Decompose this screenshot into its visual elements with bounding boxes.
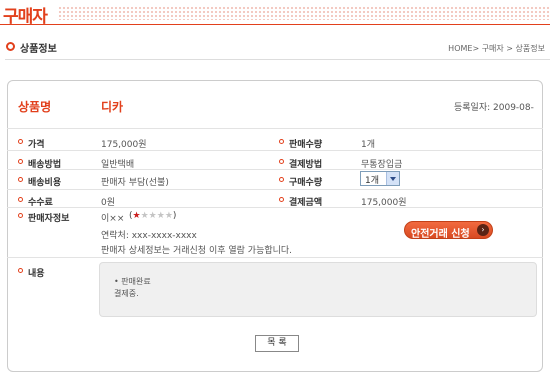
row-divider — [7, 207, 543, 208]
header-divider — [0, 24, 550, 25]
content-line-1: • 판매완료 — [114, 277, 151, 286]
row-divider — [7, 169, 543, 170]
product-name: 디카 — [101, 100, 124, 114]
safe-trade-label: 안전거래 신청 — [411, 229, 470, 240]
star-icon: ★ — [132, 211, 141, 221]
product-name-row: 상품명 디카 등록일자: 2009-08- — [7, 94, 543, 114]
row-divider — [7, 150, 543, 151]
section-bullet-icon — [6, 42, 15, 51]
safe-trade-button[interactable]: 안전거래 신청 › — [404, 221, 493, 240]
bullet-icon — [279, 139, 284, 144]
sale-qty-value: 1개 — [361, 140, 376, 150]
list-button[interactable]: 목 록 — [255, 335, 299, 352]
star-icon: ★ — [148, 211, 157, 221]
buy-qty-select[interactable]: 1개 — [360, 171, 400, 186]
section-header: 상품정보 HOME> 구매자 > 상품정보 — [5, 39, 550, 60]
header-dot-pattern — [58, 6, 550, 20]
star-icon: ★ — [156, 211, 165, 221]
sale-qty-label: 판매수량 — [289, 140, 323, 150]
content-label: 내용 — [28, 269, 45, 279]
section-title: 상품정보 — [20, 44, 57, 55]
page-header: 구매자 — [0, 0, 550, 27]
product-name-label: 상품명 — [18, 100, 52, 114]
price-label: 가격 — [28, 140, 45, 150]
bullet-icon — [18, 213, 23, 218]
rating-stars: ★★★★★ — [133, 211, 173, 221]
row-divider — [7, 257, 543, 258]
star-icon: ★ — [140, 211, 149, 221]
buy-qty-selected: 1개 — [365, 176, 380, 186]
bullet-icon — [18, 139, 23, 144]
rating-close-paren: ) — [172, 211, 177, 221]
bullet-icon — [18, 177, 23, 182]
bullet-icon — [279, 177, 284, 182]
content-box: • 판매완료 결제중. — [99, 262, 537, 317]
star-icon: ★ — [164, 211, 173, 221]
bullet-icon — [18, 197, 23, 202]
bullet-icon — [18, 159, 23, 164]
registration-date: 등록일자: 2009-08- — [454, 103, 534, 113]
bullet-icon — [279, 197, 284, 202]
bullet-icon — [279, 159, 284, 164]
delivery-cost-label: 배송비용 — [28, 178, 62, 188]
seller-info-label: 판매자정보 — [28, 214, 70, 224]
seller-note: 판매자 상세정보는 거래신청 이후 열람 가능합니다. — [101, 246, 293, 256]
delivery-cost-value: 판매자 부담(선불) — [101, 178, 169, 188]
chevron-right-icon: › — [477, 224, 489, 236]
section-divider — [5, 59, 550, 60]
buy-qty-label: 구매수량 — [289, 178, 323, 188]
row-divider — [7, 128, 543, 129]
row-divider — [7, 189, 543, 190]
chevron-down-icon[interactable] — [386, 172, 399, 185]
bullet-icon — [18, 268, 23, 273]
seller-name: 이×× — [101, 214, 125, 224]
seller-contact: 연락처: xxx-xxxx-xxxx — [101, 231, 197, 241]
price-value: 175,000원 — [101, 140, 147, 150]
seller-rating: (★★★★★) — [129, 211, 176, 221]
breadcrumb: HOME> 구매자 > 상품정보 — [448, 44, 545, 53]
content-line-2: 결제중. — [114, 289, 139, 298]
